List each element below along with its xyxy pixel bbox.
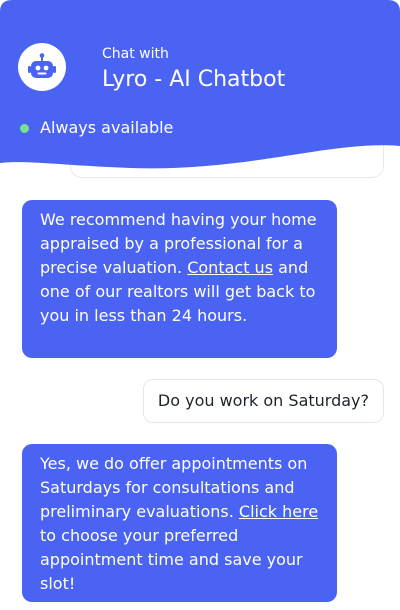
header-subtitle: Chat with (102, 46, 169, 62)
message-text: Do you work on Saturday? (157, 391, 369, 410)
click-here-link[interactable]: Click here (239, 502, 318, 521)
bot-message: Yes, we do offer appointments on Saturda… (22, 444, 337, 602)
chat-header: Chat with Lyro - AI Chatbot Always avail… (0, 0, 400, 175)
robot-icon (28, 53, 56, 78)
bot-message: We recommend having your home appraised … (22, 200, 337, 358)
message-text: to choose your preferred appointment tim… (40, 526, 303, 593)
user-message: Do you work on Saturday? (142, 379, 384, 423)
bot-avatar (18, 43, 66, 91)
online-status-dot (20, 124, 29, 133)
bot-name-title: Lyro - AI Chatbot (102, 67, 286, 92)
availability-status: Always available (40, 118, 174, 137)
chat-window: Chat with Lyro - AI Chatbot Always avail… (0, 0, 400, 610)
contact-us-link[interactable]: Contact us (187, 258, 273, 277)
